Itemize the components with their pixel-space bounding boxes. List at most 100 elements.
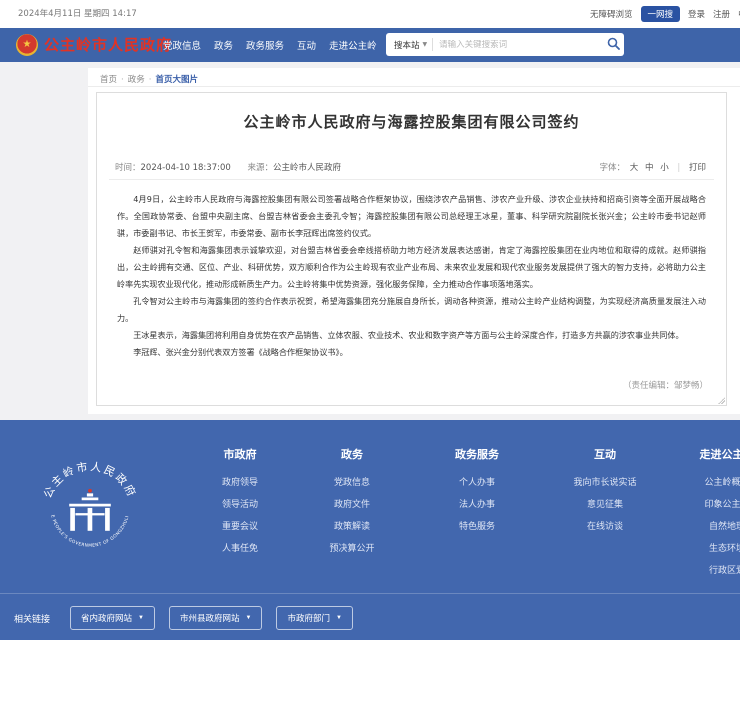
utility-bar: 2024年4月11日 星期四 14:17 无障碍浏览 一网搜 登录 注册 中国政… xyxy=(0,0,740,28)
article-paragraph: 孔令智对公主岭市与海露集团的签约合作表示祝贺，希望海露集团充分施展自身所长，调动… xyxy=(117,293,706,327)
accessibility-link[interactable]: 无障碍浏览 xyxy=(590,8,633,20)
page: 2024年4月11日 星期四 14:17 无障碍浏览 一网搜 登录 注册 中国政… xyxy=(0,0,740,728)
breadcrumb-current[interactable]: 首页大图片 xyxy=(155,75,198,85)
footer-column-title[interactable]: 政务 xyxy=(290,446,414,462)
article-title: 公主岭市人民政府与海露控股集团有限公司签约 xyxy=(97,111,726,132)
government-seal-icon: 公主岭市人民政府 THE PEOPLE'S GOVERNMENT OF GONG… xyxy=(38,458,142,562)
footer-link[interactable]: 党政信息 xyxy=(290,472,414,494)
footer-link[interactable]: 预决算公开 xyxy=(290,538,414,560)
utility-links: 无障碍浏览 一网搜 登录 注册 中国政府网 xyxy=(590,0,740,28)
breadcrumb-section[interactable]: 政务 xyxy=(128,75,145,85)
related-dropdown-label: 省内政府网站 xyxy=(81,612,132,624)
footer-link[interactable]: 领导活动 xyxy=(178,494,302,516)
nav-item-about-city[interactable]: 走进公主岭 xyxy=(329,38,377,52)
site-footer: 公主岭市人民政府 THE PEOPLE'S GOVERNMENT OF GONG… xyxy=(0,420,740,640)
editor-note: （责任编辑：邹梦畅） xyxy=(623,379,708,391)
breadcrumb-separator: · xyxy=(149,75,152,85)
font-controls: 字体： 大 中 小 | 打印 xyxy=(600,161,708,173)
register-link[interactable]: 注册 xyxy=(713,8,730,20)
article-paragraph: 李冠辉、张兴金分别代表双方签署《战略合作框架协议书》。 xyxy=(117,344,706,361)
site-header: ★ 公主岭市人民政府 党政信息 政务 政务服务 互动 走进公主岭 搜本站 ▼ xyxy=(0,28,740,62)
article-paragraph: 王冰星表示，海露集团将利用自身优势在农产品销售、立体农服、农业技术、农业和数字资… xyxy=(117,327,706,344)
font-size-large[interactable]: 大 xyxy=(630,163,639,173)
footer-link[interactable]: 在线访谈 xyxy=(543,516,667,538)
content-area: 首页·政务·首页大图片 公主岭市人民政府与海露控股集团有限公司签约 时间：202… xyxy=(0,62,740,420)
footer-link[interactable]: 个人办事 xyxy=(415,472,539,494)
breadcrumb-separator: · xyxy=(121,75,124,85)
content-panel: 首页·政务·首页大图片 公主岭市人民政府与海露控股集团有限公司签约 时间：202… xyxy=(88,68,740,414)
footer-link[interactable]: 重要会议 xyxy=(178,516,302,538)
chevron-down-icon: ▼ xyxy=(138,615,144,621)
footer-link[interactable]: 印象公主岭 xyxy=(665,494,740,516)
datetime-text: 2024年4月11日 星期四 14:17 xyxy=(18,0,137,28)
search-box: 搜本站 ▼ xyxy=(386,33,624,56)
footer-link[interactable]: 特色服务 xyxy=(415,516,539,538)
seal-gate-graphic xyxy=(69,489,111,531)
footer-divider xyxy=(0,593,740,594)
footer-link[interactable]: 政府文件 xyxy=(290,494,414,516)
breadcrumb-divider xyxy=(88,86,740,87)
footer-column-services: 政务服务 个人办事 法人办事 特色服务 xyxy=(415,446,539,538)
article-box: 公主岭市人民政府与海露控股集团有限公司签约 时间：2024-04-10 18:3… xyxy=(96,92,727,406)
resize-handle-icon[interactable] xyxy=(718,397,725,404)
footer-link[interactable]: 自然地理 xyxy=(665,516,740,538)
related-dropdown-county[interactable]: 市州县政府网站 ▼ xyxy=(169,606,262,630)
search-button[interactable] xyxy=(602,33,624,56)
footer-link[interactable]: 生态环境 xyxy=(665,538,740,560)
footer-column-title[interactable]: 互动 xyxy=(543,446,667,462)
nav-item-interaction[interactable]: 互动 xyxy=(297,38,316,52)
footer-link[interactable]: 意见征集 xyxy=(543,494,667,516)
related-dropdown-label: 市州县政府网站 xyxy=(180,612,240,624)
font-label: 字体： xyxy=(600,163,626,173)
site-title: 公主岭市人民政府 xyxy=(44,28,172,62)
main-nav: 党政信息 政务 政务服务 互动 走进公主岭 xyxy=(163,28,377,62)
time-label: 时间： xyxy=(115,163,141,173)
breadcrumb: 首页·政务·首页大图片 xyxy=(100,73,198,85)
related-links-label: 相关链接 xyxy=(14,612,50,625)
publish-time: 2024-04-10 18:37:00 xyxy=(141,163,231,173)
footer-column-title[interactable]: 市政府 xyxy=(178,446,302,462)
footer-column-title[interactable]: 走进公主岭 xyxy=(665,446,740,462)
onesearch-badge[interactable]: 一网搜 xyxy=(641,6,681,22)
footer-link[interactable]: 法人办事 xyxy=(415,494,539,516)
nav-item-party-gov-info[interactable]: 党政信息 xyxy=(163,38,201,52)
source-value: 公主岭市人民政府 xyxy=(273,163,341,173)
chevron-down-icon: ▼ xyxy=(336,615,342,621)
bottom-bar: ★ 政府网站 找错 主办单位：公主岭市人民政府 办公地址：吉林省公主岭市西公主大… xyxy=(0,640,740,728)
search-icon xyxy=(607,37,620,53)
search-scope-select[interactable]: 搜本站 xyxy=(394,39,420,51)
footer-column-title[interactable]: 政务服务 xyxy=(415,446,539,462)
chevron-down-icon: ▼ xyxy=(246,615,252,621)
related-dropdown-provincial[interactable]: 省内政府网站 ▼ xyxy=(70,606,155,630)
footer-link[interactable]: 人事任免 xyxy=(178,538,302,560)
footer-column-city-gov: 市政府 政府领导 领导活动 重要会议 人事任免 xyxy=(178,446,302,560)
related-dropdown-departments[interactable]: 市政府部门 ▼ xyxy=(276,606,352,630)
login-link[interactable]: 登录 xyxy=(688,8,705,20)
meta-divider-line xyxy=(109,179,714,180)
footer-link[interactable]: 政府领导 xyxy=(178,472,302,494)
font-size-small[interactable]: 小 xyxy=(660,163,669,173)
nav-item-gov-services[interactable]: 政务服务 xyxy=(246,38,284,52)
article-body: 4月9日，公主岭市人民政府与海露控股集团有限公司签署战略合作框架协议，围绕涉农产… xyxy=(117,191,706,361)
font-size-medium[interactable]: 中 xyxy=(645,163,654,173)
article-paragraph: 4月9日，公主岭市人民政府与海露控股集团有限公司签署战略合作框架协议，围绕涉农产… xyxy=(117,191,706,242)
related-links-row: 相关链接 省内政府网站 ▼ 市州县政府网站 ▼ 市政府部门 ▼ xyxy=(14,598,353,638)
footer-column-govaffairs: 政务 党政信息 政府文件 政策解读 预决算公开 xyxy=(290,446,414,560)
article-meta: 时间：2024-04-10 18:37:00 来源：公主岭市人民政府 字体： 大… xyxy=(115,161,708,173)
breadcrumb-home[interactable]: 首页 xyxy=(100,75,117,85)
nav-item-govaffairs[interactable]: 政务 xyxy=(214,38,233,52)
search-input[interactable] xyxy=(433,40,602,50)
footer-link[interactable]: 我向市长说实话 xyxy=(543,472,667,494)
meta-divider: | xyxy=(677,163,680,173)
footer-link[interactable]: 政策解读 xyxy=(290,516,414,538)
article-paragraph: 赵师骐对孔令智和海露集团表示诚挚欢迎，对台盟吉林省委会牵线搭桥助力地方经济发展表… xyxy=(117,242,706,293)
print-button[interactable]: 打印 xyxy=(689,163,706,173)
related-dropdown-label: 市政府部门 xyxy=(287,612,330,624)
source-label: 来源： xyxy=(248,163,274,173)
footer-link[interactable]: 公主岭概况 xyxy=(665,472,740,494)
footer-column-about-city: 走进公主岭 公主岭概况 印象公主岭 自然地理 生态环境 行政区划 xyxy=(665,446,740,582)
footer-column-interaction: 互动 我向市长说实话 意见征集 在线访谈 xyxy=(543,446,667,538)
chevron-down-icon: ▼ xyxy=(423,41,428,48)
footer-link[interactable]: 行政区划 xyxy=(665,560,740,582)
national-emblem-icon: ★ xyxy=(16,34,38,56)
